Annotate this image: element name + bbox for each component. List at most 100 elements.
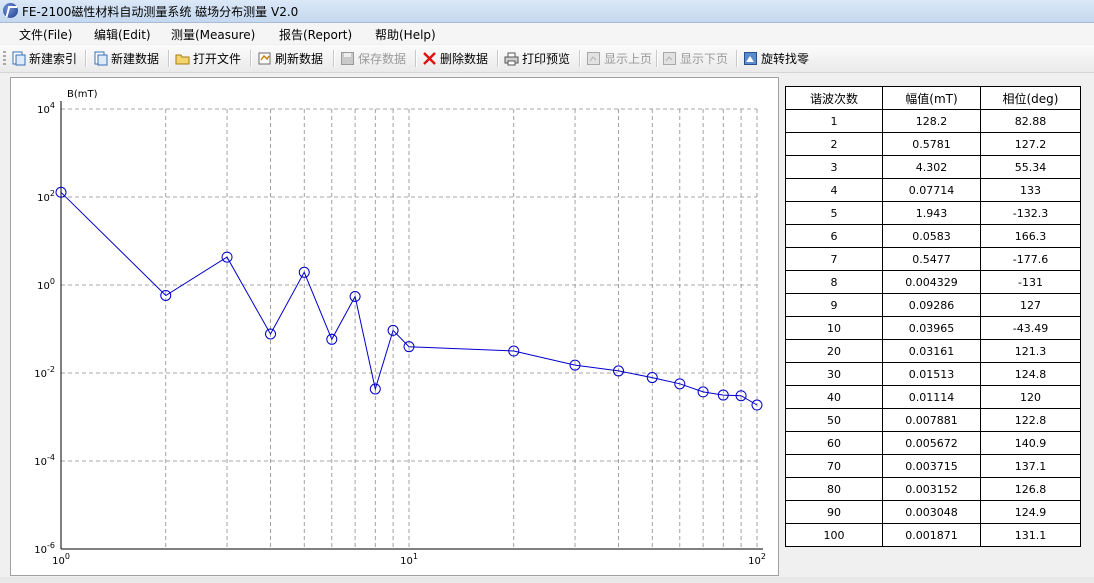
- window-title: FE-2100磁性材料自动测量系统 磁场分布测量 V2.0: [22, 5, 299, 19]
- table-row[interactable]: 60 0.005672 140.9: [785, 431, 1081, 455]
- y-tick-label: 10-4: [34, 453, 55, 468]
- delete-x-icon: [422, 51, 437, 66]
- chart-grid: [61, 108, 758, 549]
- menu-help[interactable]: 帮助(Help): [375, 26, 436, 43]
- table-row[interactable]: 80 0.003152 126.8: [785, 477, 1081, 501]
- y-tick-label: 100: [37, 277, 55, 292]
- table-row[interactable]: 5 1.943 -132.3: [785, 201, 1081, 225]
- next-page-icon: [662, 51, 677, 66]
- new-data-icon: [93, 51, 108, 66]
- new-data-button[interactable]: 新建数据: [93, 49, 159, 68]
- menu-edit[interactable]: 编辑(Edit): [94, 26, 151, 43]
- new-index-icon: [11, 51, 26, 66]
- x-tick-label: 102: [748, 552, 766, 567]
- harmonic-order-cell: 5: [785, 201, 883, 225]
- table-row[interactable]: 50 0.007881 122.8: [785, 408, 1081, 432]
- harmonic-order-cell: 1: [785, 109, 883, 133]
- phase-cell: 133: [980, 178, 1081, 202]
- toolbar-separator: [497, 50, 499, 67]
- next-page-button[interactable]: 显示下页: [662, 49, 728, 68]
- phase-cell: -177.6: [980, 247, 1081, 271]
- phase-cell: 127.2: [980, 132, 1081, 156]
- delete-data-button[interactable]: 删除数据: [422, 49, 488, 68]
- prev-page-button[interactable]: 显示上页: [586, 49, 652, 68]
- amplitude-cell: 0.004329: [882, 270, 981, 294]
- amplitude-cell: 1.943: [882, 201, 981, 225]
- harmonic-spectrum-chart: B(mT) 10410210010-210-410-6100 101 102: [34, 89, 766, 567]
- table-row[interactable]: 40 0.01114 120: [785, 385, 1081, 409]
- table-row[interactable]: 10 0.03965 -43.49: [785, 316, 1081, 340]
- x-tick-label: 101: [400, 552, 418, 567]
- toolbar-separator: [168, 50, 170, 67]
- menu-file[interactable]: 文件(File): [19, 26, 72, 43]
- x-tick-label: 100: [52, 552, 70, 567]
- toolbar-separator: [415, 50, 417, 67]
- table-row[interactable]: 6 0.0583 166.3: [785, 224, 1081, 248]
- amplitude-cell: 0.09286: [882, 293, 981, 317]
- open-file-label: 打开文件: [193, 52, 242, 66]
- amplitude-cell: 128.2: [882, 109, 981, 133]
- phase-cell: -132.3: [980, 201, 1081, 225]
- harmonic-order-cell: 7: [785, 247, 883, 271]
- next-page-label: 显示下页: [680, 52, 729, 66]
- menu-report[interactable]: 报告(Report): [279, 26, 352, 43]
- y-axis-label: B(mT): [67, 89, 98, 100]
- table-row[interactable]: 8 0.004329 -131: [785, 270, 1081, 294]
- harmonic-order-cell: 2: [785, 132, 883, 156]
- amplitude-cell: 0.007881: [882, 408, 981, 432]
- table-row[interactable]: 9 0.09286 127: [785, 293, 1081, 317]
- amplitude-cell: 0.01513: [882, 362, 981, 386]
- amplitude-cell: 0.5781: [882, 132, 981, 156]
- rotate-zero-button[interactable]: 旋转找零: [743, 49, 809, 68]
- phase-cell: -43.49: [980, 316, 1081, 340]
- phase-cell: 126.8: [980, 477, 1081, 501]
- table-row[interactable]: 4 0.07714 133: [785, 178, 1081, 202]
- table-row[interactable]: 3 4.302 55.34: [785, 155, 1081, 179]
- table-row[interactable]: 2 0.5781 127.2: [785, 132, 1081, 156]
- toolbar-separator: [333, 50, 335, 67]
- table-row[interactable]: 100 0.001871 131.1: [785, 523, 1081, 547]
- table-row[interactable]: 70 0.003715 137.1: [785, 454, 1081, 478]
- phase-cell: 140.9: [980, 431, 1081, 455]
- save-data-button[interactable]: 保存数据: [340, 49, 406, 68]
- amplitude-cell: 0.5477: [882, 247, 981, 271]
- amplitude-cell: 0.003715: [882, 454, 981, 478]
- open-file-button[interactable]: 打开文件: [175, 49, 241, 68]
- print-preview-button[interactable]: 打印预览: [504, 49, 570, 68]
- new-index-label: 新建索引: [29, 52, 78, 66]
- column-header-harmonic-order: 谐波次数: [785, 86, 883, 110]
- toolbar: 新建索引 新建数据 打开文件 刷新数据 保存数据 删除数据 打印预览 显示上页 …: [0, 45, 1094, 73]
- table-row[interactable]: 20 0.03161 121.3: [785, 339, 1081, 363]
- new-index-button[interactable]: 新建索引: [11, 49, 77, 68]
- y-tick-label: 10-2: [34, 365, 55, 380]
- chart-panel: B(mT) 104 102 100 10-2 10-4 10-6 100 101 102: [10, 77, 779, 576]
- phase-cell: 137.1: [980, 454, 1081, 478]
- amplitude-cell: 4.302: [882, 155, 981, 179]
- status-bar: [0, 577, 1094, 583]
- y-tick-label: 10-6: [34, 541, 55, 556]
- phase-cell: 121.3: [980, 339, 1081, 363]
- harmonic-order-cell: 80: [785, 477, 883, 501]
- amplitude-cell: 0.003048: [882, 500, 981, 524]
- refresh-data-button[interactable]: 刷新数据: [257, 49, 323, 68]
- table-row[interactable]: 1 128.2 82.88: [785, 109, 1081, 133]
- y-tick-label: 104: [37, 101, 55, 116]
- toolbar-separator: [579, 50, 581, 67]
- harmonic-order-cell: 100: [785, 523, 883, 547]
- harmonic-order-cell: 6: [785, 224, 883, 248]
- table-row[interactable]: 90 0.003048 124.9: [785, 500, 1081, 524]
- toolbar-grip[interactable]: [3, 51, 6, 67]
- toolbar-separator: [656, 50, 658, 67]
- harmonic-order-cell: 4: [785, 178, 883, 202]
- phase-cell: -131: [980, 270, 1081, 294]
- app-logo-icon: [3, 3, 18, 18]
- harmonic-order-cell: 20: [785, 339, 883, 363]
- table-row[interactable]: 30 0.01513 124.8: [785, 362, 1081, 386]
- title-bar: FE-2100磁性材料自动测量系统 磁场分布测量 V2.0: [0, 0, 1094, 23]
- harmonic-order-cell: 50: [785, 408, 883, 432]
- refresh-data-label: 刷新数据: [275, 52, 324, 66]
- y-tick-label: 102: [37, 189, 55, 204]
- column-header-phase: 相位(deg): [980, 86, 1081, 110]
- table-row[interactable]: 7 0.5477 -177.6: [785, 247, 1081, 271]
- menu-measure[interactable]: 测量(Measure): [171, 26, 255, 43]
